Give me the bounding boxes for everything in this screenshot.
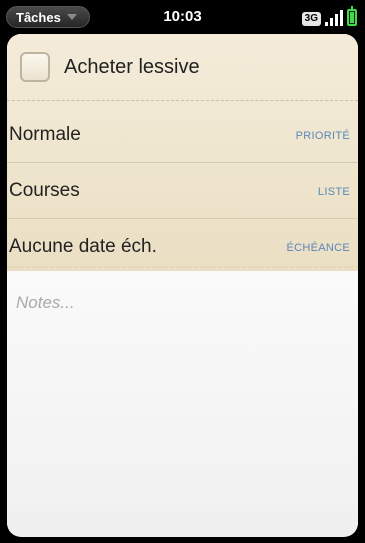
list-row[interactable]: Courses LISTE [7, 163, 358, 219]
system-icons[interactable]: 3G [301, 6, 357, 26]
bottom-edge [0, 513, 365, 543]
notes-field[interactable]: Notes... [7, 271, 358, 543]
notes-placeholder: Notes... [16, 293, 75, 312]
network-type-badge: 3G [301, 12, 321, 26]
due-date-row[interactable]: Aucune date éch. ÉCHÉANCE [7, 219, 358, 271]
list-value: Courses [9, 180, 80, 201]
priority-value: Normale [9, 124, 81, 145]
signal-icon [325, 10, 343, 26]
battery-icon [347, 6, 357, 26]
due-date-value: Aucune date éch. [9, 236, 157, 257]
list-label: LISTE [317, 186, 350, 198]
status-bar: Tâches 10:03 3G [0, 0, 365, 34]
task-card: Acheter lessive Normale PRIORITÉ Courses… [7, 34, 358, 543]
task-details-panel: Acheter lessive Normale PRIORITÉ Courses… [7, 34, 358, 272]
priority-label: PRIORITÉ [295, 130, 350, 142]
task-complete-checkbox[interactable] [20, 52, 50, 82]
task-title-row[interactable]: Acheter lessive [7, 34, 358, 101]
priority-row[interactable]: Normale PRIORITÉ [7, 107, 358, 163]
due-date-label: ÉCHÉANCE [286, 242, 350, 254]
task-title[interactable]: Acheter lessive [64, 56, 200, 79]
screen: Tâches 10:03 3G Acheter lessive Normale … [0, 0, 365, 543]
